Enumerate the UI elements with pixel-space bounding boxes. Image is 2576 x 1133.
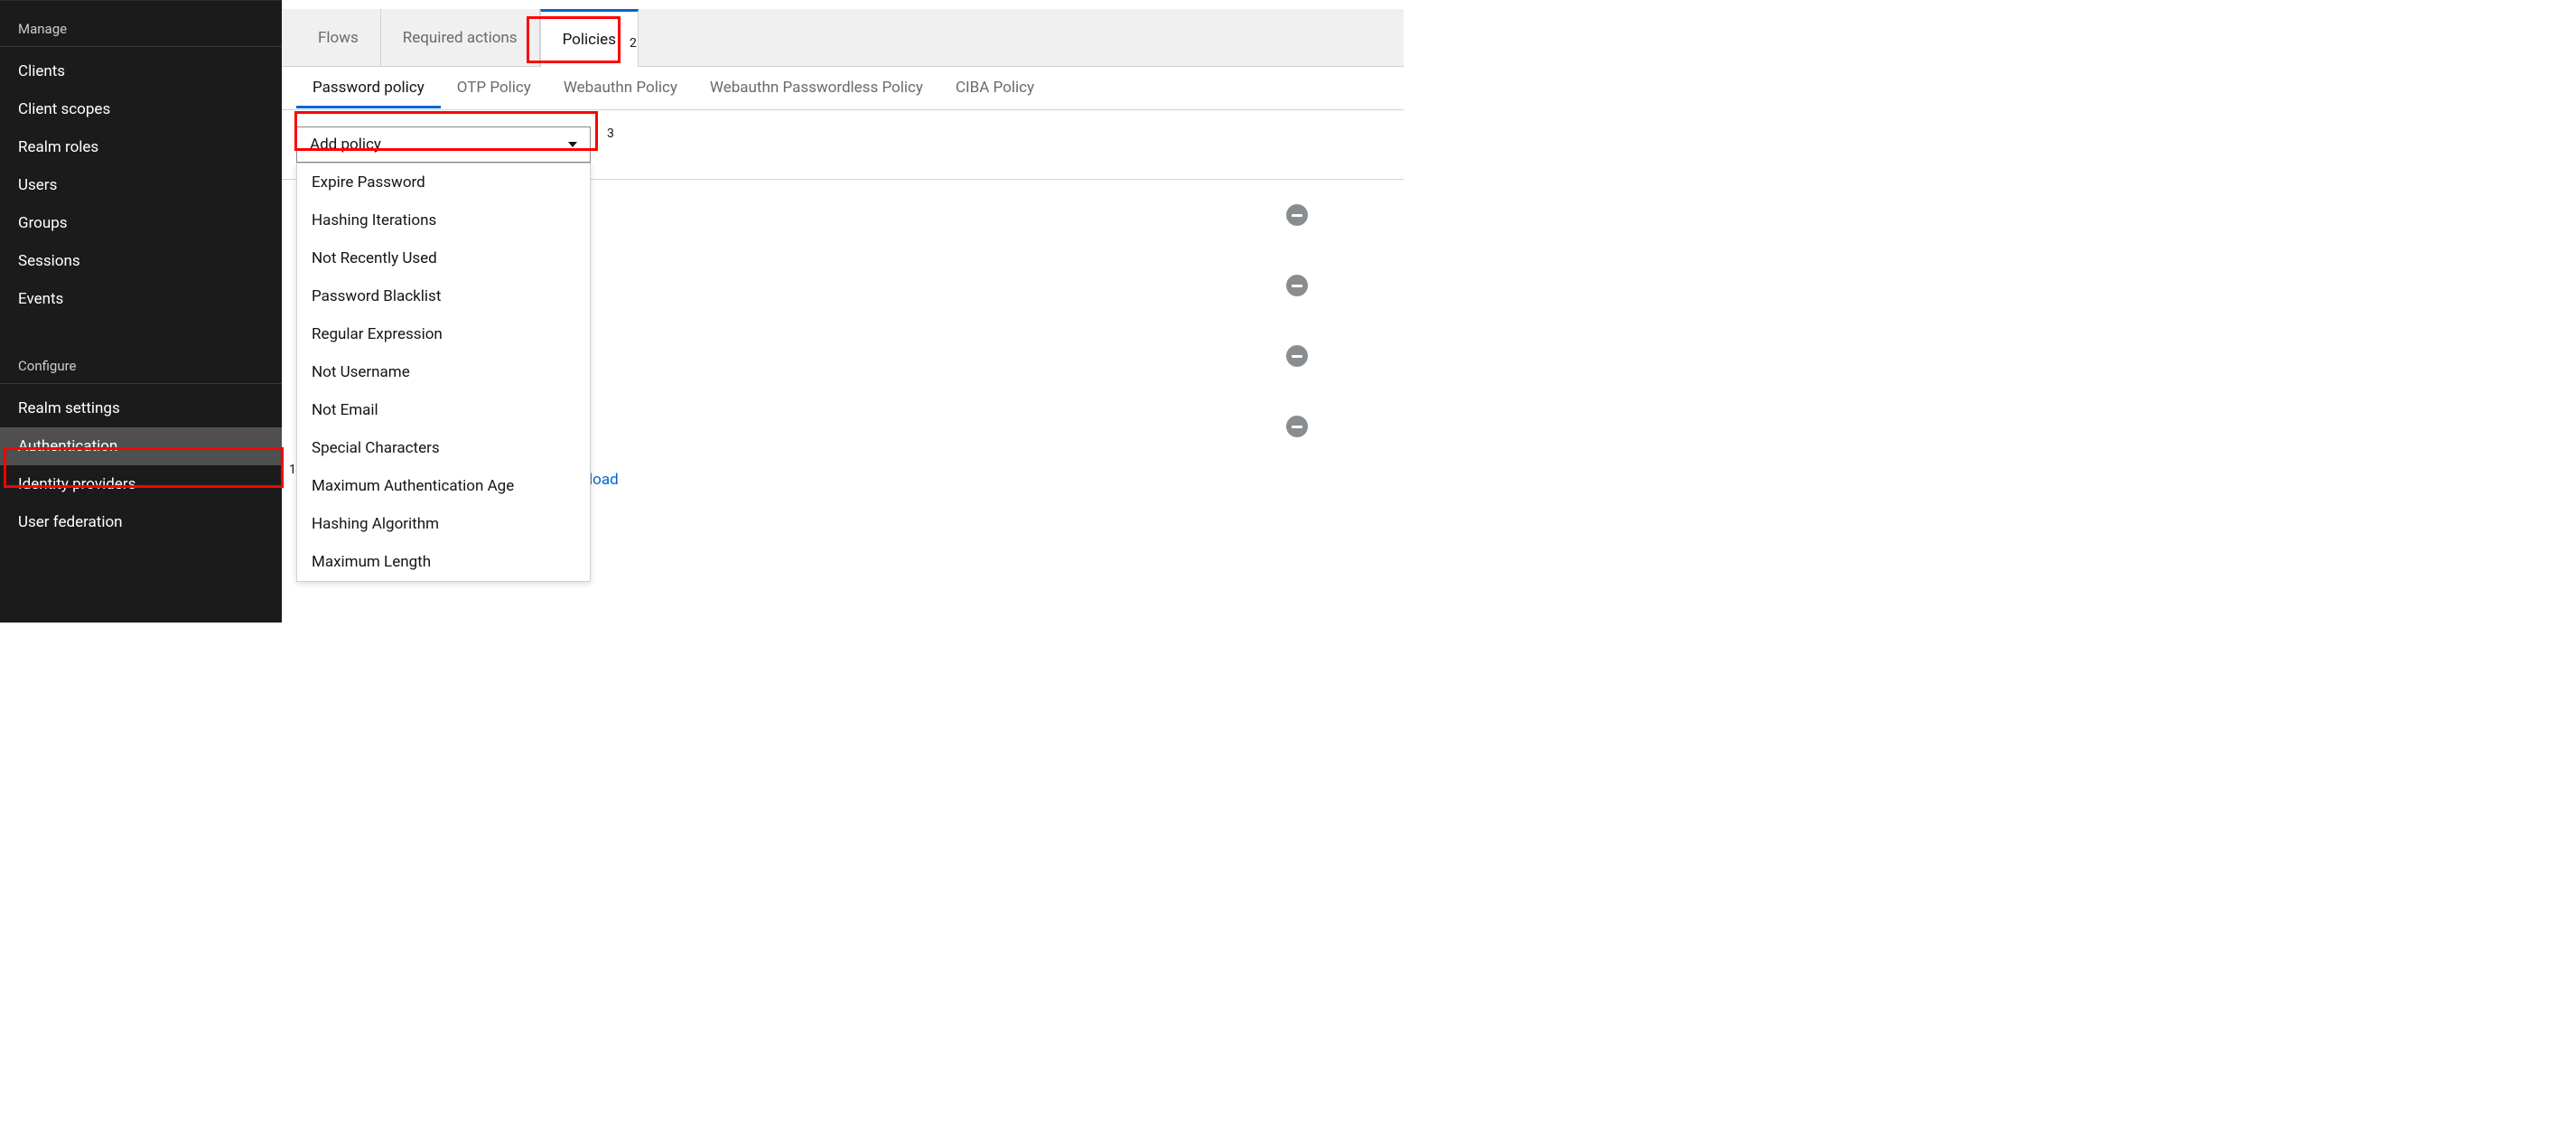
sidebar-section-manage: Manage xyxy=(0,1,282,46)
sidebar-item-identity-providers[interactable]: Identity providers xyxy=(0,465,282,503)
sidebar-item-events[interactable]: Events xyxy=(0,280,282,318)
sidebar-section-configure: Configure xyxy=(0,323,282,383)
policy-option-hashing-iterations[interactable]: Hashing Iterations xyxy=(297,201,590,239)
sidebar: Manage Clients Client scopes Realm roles… xyxy=(0,0,282,623)
sidebar-item-groups[interactable]: Groups xyxy=(0,204,282,242)
main-content: Flows Required actions Policies Password… xyxy=(282,0,1404,623)
sidebar-item-user-federation[interactable]: User federation xyxy=(0,503,282,541)
policy-option-not-email[interactable]: Not Email xyxy=(297,391,590,429)
policy-option-hashing-algorithm[interactable]: Hashing Algorithm xyxy=(297,505,590,543)
chevron-down-icon xyxy=(568,142,577,147)
tab-policies[interactable]: Policies xyxy=(540,9,639,67)
sidebar-manage-group: Clients Client scopes Realm roles Users … xyxy=(0,46,282,323)
sub-tab-password-policy[interactable]: Password policy xyxy=(296,68,441,108)
sub-tab-otp-policy[interactable]: OTP Policy xyxy=(441,68,547,108)
sidebar-item-authentication[interactable]: Authentication xyxy=(0,427,282,465)
sub-tabs: Password policy OTP Policy Webauthn Poli… xyxy=(282,67,1404,110)
remove-policy-button[interactable] xyxy=(1286,204,1308,226)
sidebar-item-client-scopes[interactable]: Client scopes xyxy=(0,90,282,128)
policy-option-regular-expression[interactable]: Regular Expression xyxy=(297,315,590,353)
policy-option-not-recently-used[interactable]: Not Recently Used xyxy=(297,239,590,277)
sidebar-configure-group: Realm settings Authentication Identity p… xyxy=(0,383,282,547)
remove-policy-button[interactable] xyxy=(1286,275,1308,296)
sub-tab-webauthn-passwordless[interactable]: Webauthn Passwordless Policy xyxy=(694,68,939,108)
add-policy-area: Add policy Expire Password Hashing Itera… xyxy=(282,110,1404,180)
sub-tab-webauthn-policy[interactable]: Webauthn Policy xyxy=(547,68,694,108)
policy-option-expire-password[interactable]: Expire Password xyxy=(297,164,590,201)
add-policy-label: Add policy xyxy=(310,136,381,154)
sub-tab-ciba-policy[interactable]: CIBA Policy xyxy=(939,68,1050,108)
policy-option-max-auth-age[interactable]: Maximum Authentication Age xyxy=(297,467,590,505)
policy-option-special-characters[interactable]: Special Characters xyxy=(297,429,590,467)
sidebar-item-realm-settings[interactable]: Realm settings xyxy=(0,389,282,427)
policy-option-password-blacklist[interactable]: Password Blacklist xyxy=(297,277,590,315)
sidebar-item-sessions[interactable]: Sessions xyxy=(0,242,282,280)
policy-option-max-length[interactable]: Maximum Length xyxy=(297,543,590,581)
remove-policy-button[interactable] xyxy=(1286,416,1308,437)
remove-policy-button[interactable] xyxy=(1286,345,1308,367)
add-policy-dropdown[interactable]: Add policy xyxy=(296,126,591,163)
sidebar-item-users[interactable]: Users xyxy=(0,166,282,204)
add-policy-menu: Expire Password Hashing Iterations Not R… xyxy=(296,163,591,582)
sidebar-item-clients[interactable]: Clients xyxy=(0,52,282,90)
sidebar-item-realm-roles[interactable]: Realm roles xyxy=(0,128,282,166)
top-tabs: Flows Required actions Policies xyxy=(282,9,1404,67)
tab-required-actions[interactable]: Required actions xyxy=(381,9,540,66)
tab-flows[interactable]: Flows xyxy=(296,9,381,66)
policy-option-not-username[interactable]: Not Username xyxy=(297,353,590,391)
